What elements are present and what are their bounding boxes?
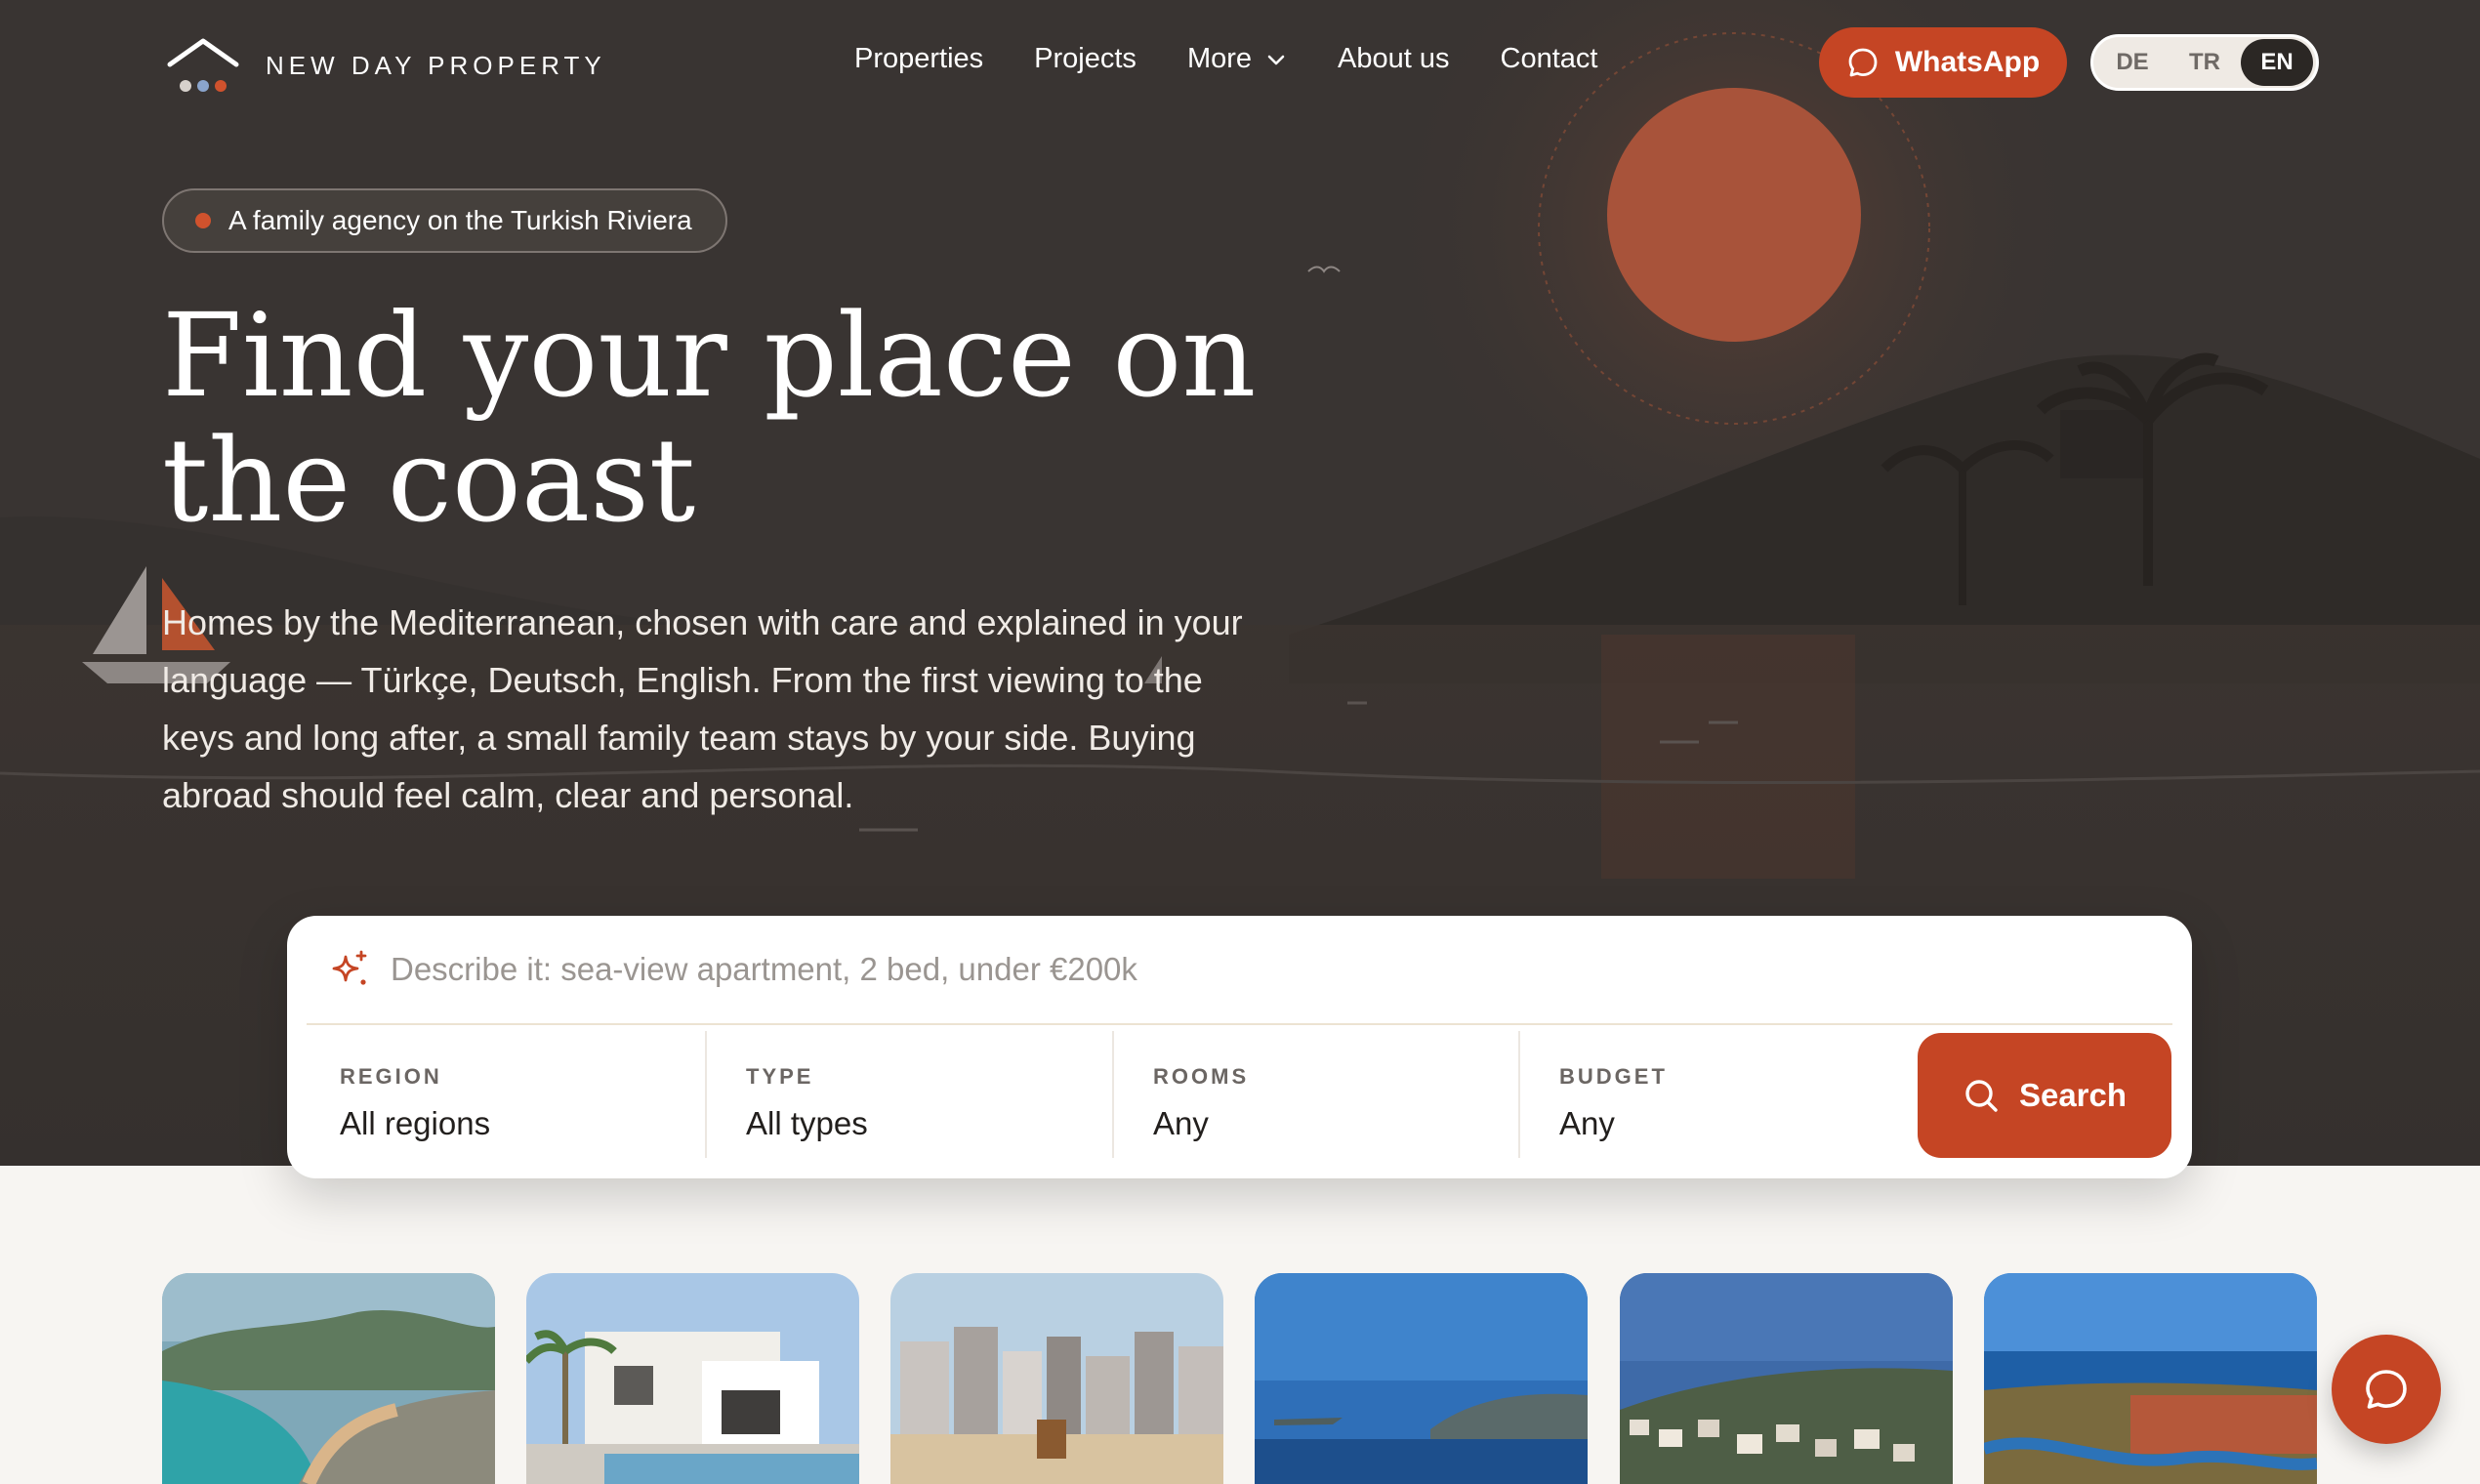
nav-link-more-label: More <box>1186 43 1253 74</box>
describe-search-input[interactable] <box>391 951 2050 988</box>
search-describe-row <box>287 916 2192 1023</box>
nav-links: Properties Projects More About us Contac… <box>854 43 1648 75</box>
tag-dot-icon <box>195 213 211 228</box>
rooms-value: Any <box>1153 1105 1209 1141</box>
nav-link-about[interactable]: About us <box>1338 43 1449 75</box>
search-icon <box>1965 1080 1998 1112</box>
city-beach-photo <box>890 1273 1223 1484</box>
bay-beach-photo <box>162 1273 495 1484</box>
property-card-sea-island[interactable] <box>1255 1273 1588 1484</box>
property-card-river-town[interactable] <box>1984 1273 2317 1484</box>
hero-tag-pill: A family agency on the Turkish Riviera <box>162 188 727 253</box>
budget-value: Any <box>1559 1105 1615 1141</box>
hillside-town-photo <box>1620 1273 1953 1484</box>
whatsapp-button[interactable]: WhatsApp <box>1819 27 2067 98</box>
lang-option-tr[interactable]: TR <box>2169 39 2241 86</box>
house-logo-icon <box>167 38 239 92</box>
rooms-select[interactable]: ROOMS Any <box>1100 1031 1507 1158</box>
top-navigation: NEW DAY PROPERTY Properties Projects Mor… <box>0 0 2480 127</box>
sea-island-photo <box>1255 1273 1588 1484</box>
brand-logo[interactable]: NEW DAY PROPERTY <box>166 35 606 96</box>
region-value: All regions <box>340 1105 491 1141</box>
brand-name: NEW DAY PROPERTY <box>266 50 606 80</box>
villa-pool-photo <box>526 1273 859 1484</box>
nav-link-properties[interactable]: Properties <box>854 43 983 75</box>
whatsapp-button-label: WhatsApp <box>1894 46 2041 78</box>
search-card: REGION All regions TYPE All types ROOMS … <box>287 916 2192 1178</box>
chat-bubble-icon <box>1848 48 1878 77</box>
chat-fab-button[interactable] <box>2332 1335 2441 1444</box>
nav-link-more[interactable]: More <box>1187 43 1287 75</box>
chat-bubble-icon <box>2366 1370 2407 1409</box>
type-select[interactable]: TYPE All types <box>693 1031 1099 1158</box>
hero-lead-text: Homes by the Mediterranean, chosen with … <box>162 602 1243 815</box>
hero-tag-text: A family agency on the Turkish Riviera <box>228 205 692 235</box>
lang-option-en[interactable]: EN <box>2241 39 2313 86</box>
search-button[interactable]: Search <box>1918 1033 2171 1158</box>
river-town-photo <box>1984 1273 2317 1484</box>
property-card-city-beach[interactable] <box>890 1273 1223 1484</box>
budget-select[interactable]: BUDGET Any <box>1507 1031 1913 1158</box>
hero-headline: Find your place on the coast <box>162 288 1257 548</box>
region-label: REGION <box>340 1064 442 1089</box>
chevron-down-icon <box>1267 55 1285 64</box>
type-value: All types <box>746 1105 868 1141</box>
region-select[interactable]: REGION All regions <box>287 1031 693 1158</box>
type-label: TYPE <box>746 1064 814 1089</box>
nav-link-contact[interactable]: Contact <box>1501 43 1598 75</box>
property-card-bay-beach[interactable] <box>162 1273 495 1484</box>
lang-option-de[interactable]: DE <box>2096 39 2169 86</box>
nav-link-projects[interactable]: Projects <box>1034 43 1137 75</box>
rooms-label: ROOMS <box>1153 1064 1250 1089</box>
search-divider <box>307 1023 2172 1025</box>
budget-label: BUDGET <box>1559 1064 1668 1089</box>
language-switcher: DE TR EN <box>2090 34 2319 91</box>
property-card-hillside-town[interactable] <box>1620 1273 1953 1484</box>
property-card-villa-pool[interactable] <box>526 1273 859 1484</box>
sparkle-icon <box>332 950 367 985</box>
search-button-label: Search <box>2018 1077 2128 1113</box>
